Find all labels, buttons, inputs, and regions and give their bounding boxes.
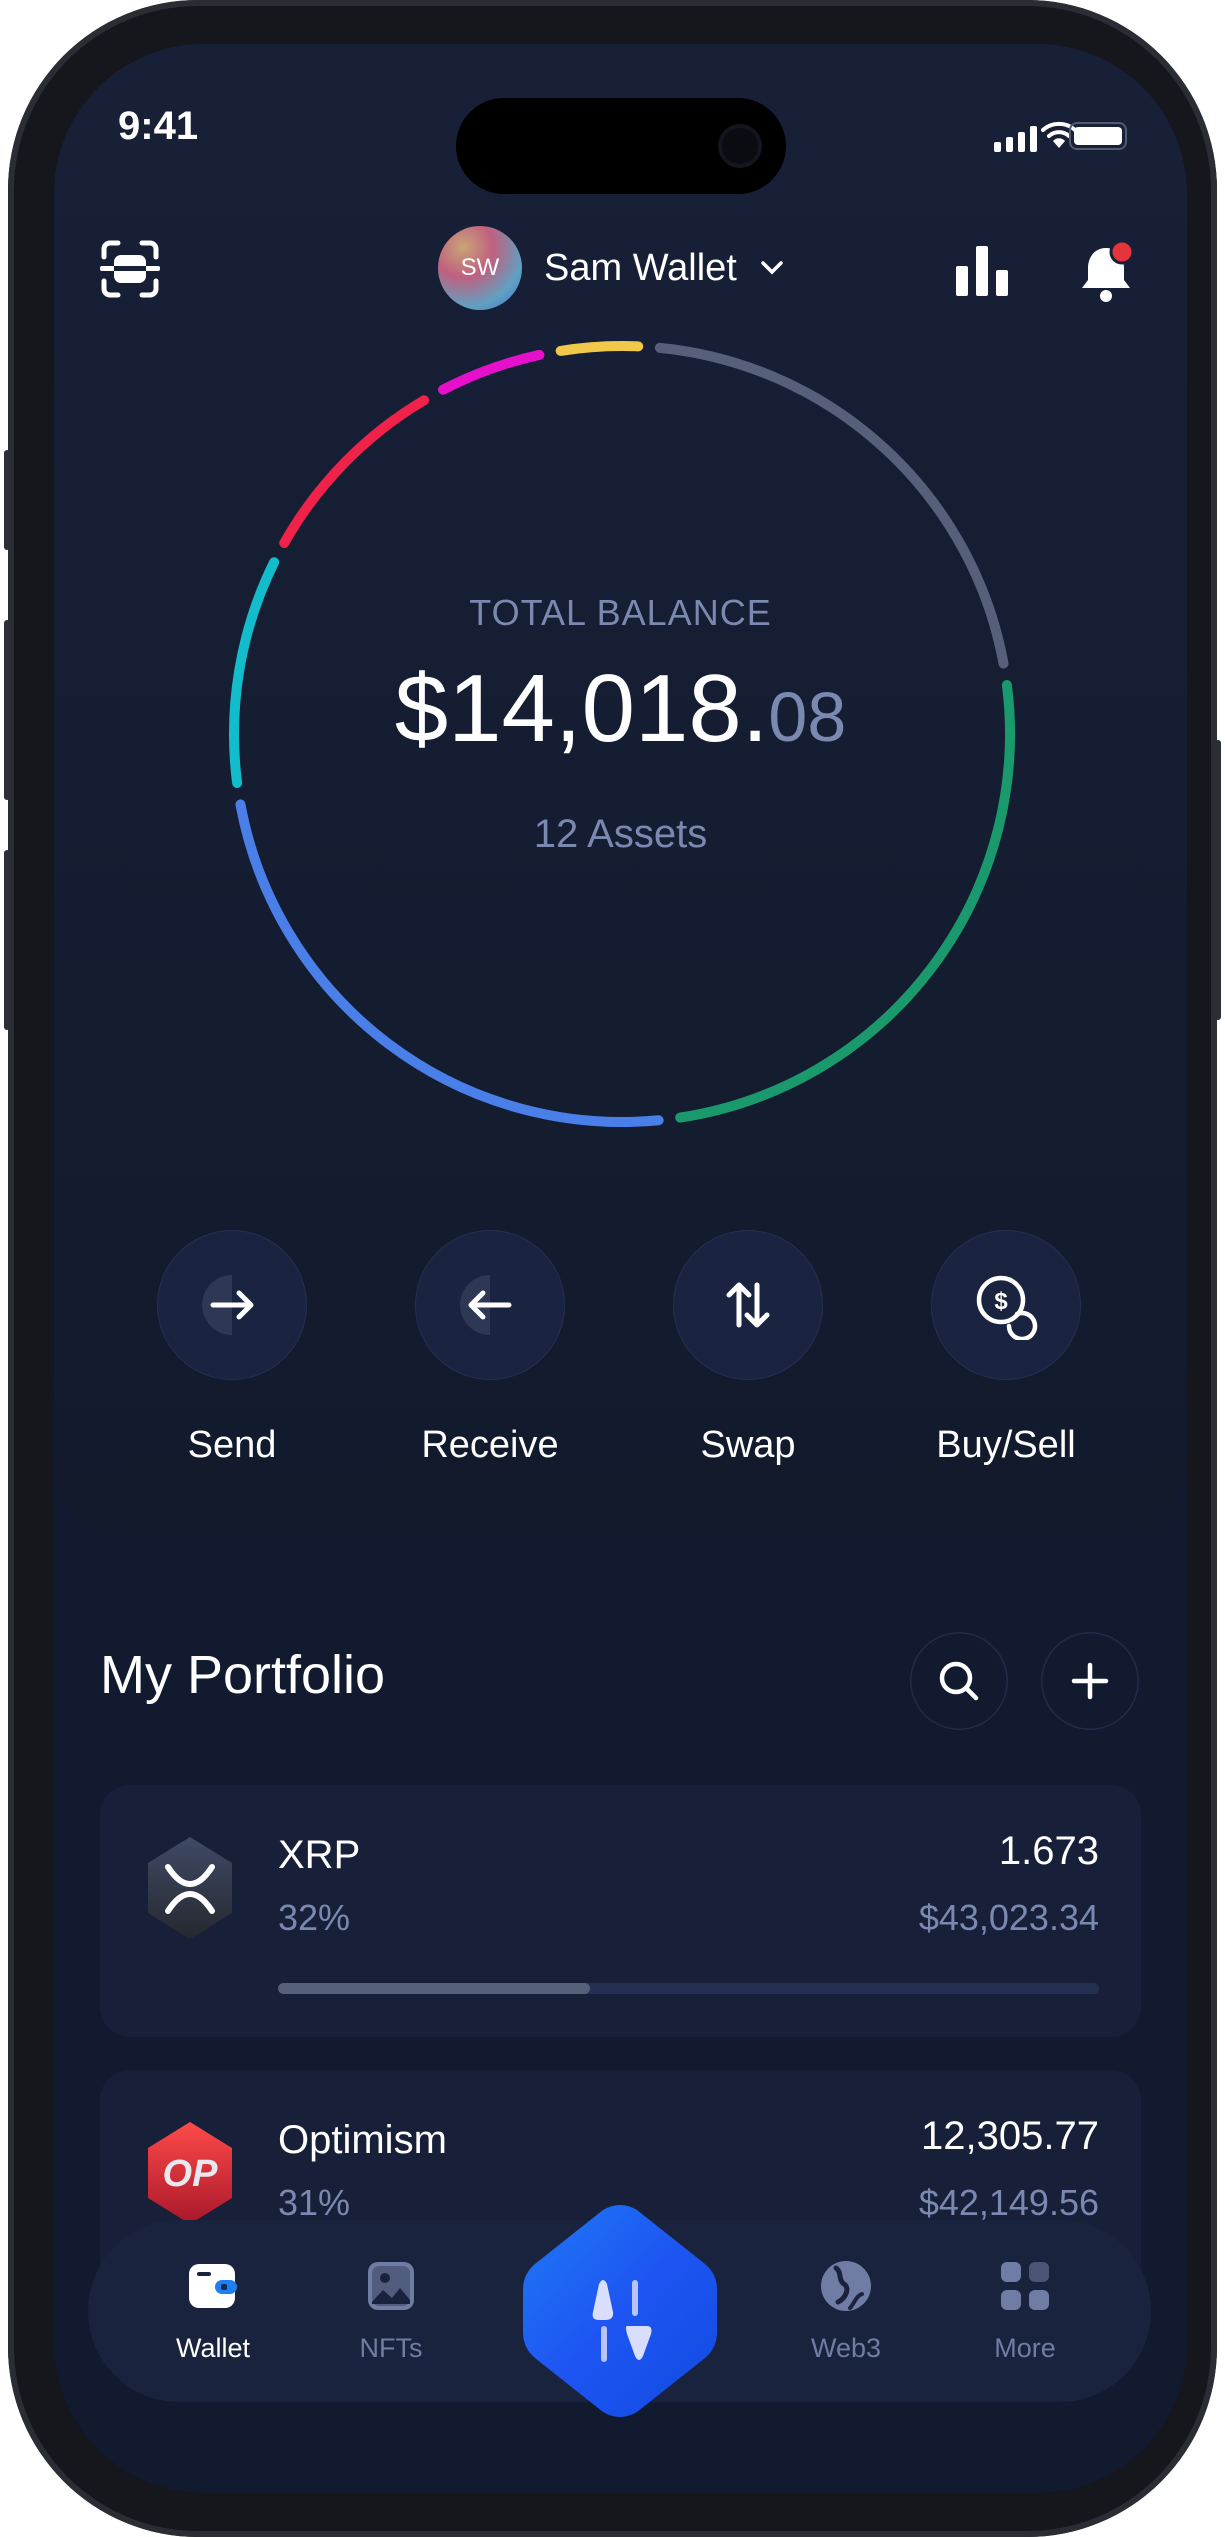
svg-text:$: $ [994,1288,1008,1315]
svg-text:OP: OP [163,2153,219,2195]
arrow-left-icon [460,1275,512,1335]
dynamic-island [456,98,786,194]
wallet-selector[interactable]: SW Sam Wallet [438,224,785,312]
avatar[interactable]: SW [438,226,522,310]
wallet-name[interactable]: Sam Wallet [544,247,737,290]
nav-wallet-label: Wallet [175,2333,250,2363]
asset-progress-bar [278,1983,1099,1994]
status-time: 9:41 [118,104,199,148]
search-icon [939,1661,979,1701]
coins-icon: $ [976,1275,1038,1340]
grid-icon [1001,2262,1049,2310]
portfolio-search-button[interactable] [910,1632,1008,1730]
total-balance-amount: $14,018.08 [54,654,1187,764]
swap-label: Swap [700,1424,796,1466]
asset-percent: 31% [278,2182,351,2223]
notification-dot [1109,240,1135,265]
nav-web3-label: Web3 [810,2333,882,2363]
send-button[interactable]: Send [122,1230,342,1467]
scan-qr-icon[interactable] [98,239,162,299]
nav-wallet[interactable]: Wallet [148,2258,278,2364]
receive-label: Receive [421,1424,559,1466]
chevron-down-icon[interactable] [759,255,785,281]
nav-nfts[interactable]: NFTs [326,2258,456,2364]
balance-cents: 08 [768,678,847,756]
wallet-icon [189,2264,237,2308]
arrow-right-icon [202,1275,254,1335]
bar-chart-icon[interactable] [954,244,1010,296]
side-button [4,450,10,550]
battery-icon [1069,122,1127,150]
plus-icon [1071,1662,1109,1700]
center-swap-button[interactable] [521,2204,719,2418]
balance-main: $14,018. [394,655,769,762]
asset-name: XRP [278,1833,361,1877]
ring-segment-magenta [438,349,545,395]
nav-web3[interactable]: Web3 [781,2258,911,2364]
header: SW Sam Wallet [54,224,1187,314]
buy-sell-button[interactable]: $ Buy/Sell [896,1230,1116,1467]
camera-icon [718,124,762,168]
nav-nfts-label: NFTs [359,2333,423,2363]
ring-segment-red [279,395,430,549]
asset-card-xrp[interactable]: XRP 32% 1.673 $43,023.34 [100,1785,1141,2037]
buy-sell-label: Buy/Sell [936,1424,1076,1466]
asset-count: 12 Assets [533,812,708,856]
nav-more-label: More [994,2333,1056,2363]
asset-progress-fill [278,1983,590,1994]
asset-usd-value: $42,149.56 [918,2182,1099,2223]
send-label: Send [187,1424,277,1466]
portfolio-add-button[interactable] [1041,1632,1139,1730]
asset-amount: 12,305.77 [921,2114,1099,2158]
asset-amount: 1.673 [998,1829,1099,1873]
total-balance-label: TOTAL BALANCE [469,592,772,633]
swap-arrows-icon [726,1282,770,1328]
image-icon [368,2262,414,2310]
asset-usd-value: $43,023.34 [918,1897,1099,1938]
volume-up-button [4,620,10,800]
signal-icon [994,126,1037,152]
app-screen: 9:41 SW Sam Wallet TOTAL BALANCE $14,018… [54,44,1187,2493]
phone-frame: 9:41 SW Sam Wallet TOTAL BALANCE $14,018… [4,0,1221,2537]
optimism-icon: OP [148,2122,232,2224]
volume-down-button [4,850,10,1030]
bell-icon[interactable] [1078,240,1138,304]
nav-more[interactable]: More [960,2258,1090,2364]
asset-percent: 32% [278,1897,351,1938]
portfolio-title: My Portfolio [100,1645,386,1705]
globe-icon [821,2261,871,2311]
asset-name: Optimism [278,2118,447,2162]
power-button [1215,740,1221,1020]
status-bar: 9:41 [54,74,1187,194]
ring-segment-yellow [555,341,644,356]
xrp-icon [148,1837,232,1939]
swap-button[interactable]: Swap [638,1230,858,1467]
receive-button[interactable]: Receive [380,1230,600,1467]
